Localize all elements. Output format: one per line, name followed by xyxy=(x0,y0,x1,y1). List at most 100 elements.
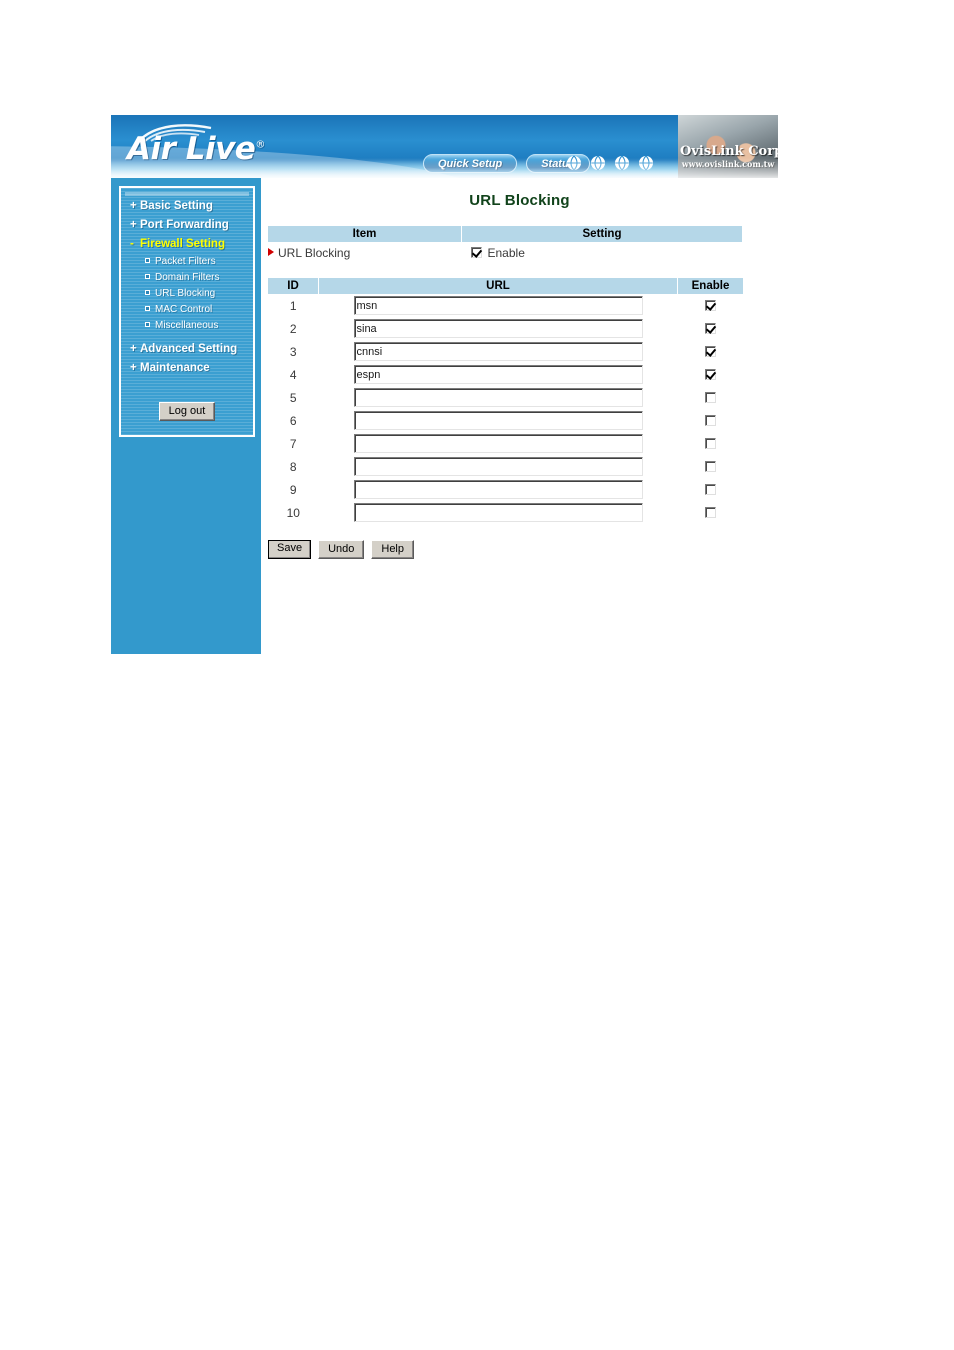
url-blocking-enable-checkbox[interactable] xyxy=(470,247,482,258)
logout-button[interactable]: Log out xyxy=(158,402,216,421)
body-row: + Basic Setting + Port Forwarding - Firewal… xyxy=(111,178,778,654)
sidebar-item-port-forwarding[interactable]: + Port Forwarding xyxy=(121,216,253,235)
help-button[interactable]: Help xyxy=(371,540,414,559)
column-header-enable: Enable xyxy=(677,278,743,294)
url-input[interactable] xyxy=(353,296,643,316)
bullet-square-icon xyxy=(145,322,150,327)
row-enable-cell xyxy=(678,432,744,455)
row-url-cell xyxy=(319,409,678,432)
row-enable-checkbox[interactable] xyxy=(704,437,716,449)
table-row: 9 xyxy=(268,478,743,501)
row-id: 4 xyxy=(289,367,297,382)
row-id: 5 xyxy=(289,390,297,405)
url-input[interactable] xyxy=(353,365,643,385)
item-setting-table: Item Setting URL Blocking Enable xyxy=(268,226,742,264)
sidebar-item-label: Advanced Setting xyxy=(140,343,238,355)
url-input[interactable] xyxy=(353,319,643,339)
row-id: 10 xyxy=(286,505,300,520)
globe-icon xyxy=(639,155,653,171)
row-enable-checkbox[interactable] xyxy=(704,368,716,380)
save-button[interactable]: Save xyxy=(268,540,312,559)
url-blocking-setting-cell: Enable xyxy=(462,242,743,264)
url-input[interactable] xyxy=(353,342,643,362)
sidebar-item-basic-setting[interactable]: + Basic Setting xyxy=(121,197,253,216)
table-row: 3 xyxy=(268,340,743,363)
row-enable-cell xyxy=(678,294,744,317)
sidebar-item-domain-filters[interactable]: Domain Filters xyxy=(121,270,253,286)
row-enable-checkbox[interactable] xyxy=(704,299,716,311)
sidebar-item-label: Maintenance xyxy=(140,362,210,374)
url-input[interactable] xyxy=(353,457,643,477)
bullet-square-icon xyxy=(145,306,150,311)
row-enable-cell xyxy=(678,363,744,386)
sidebar-item-miscellaneous[interactable]: Miscellaneous xyxy=(121,318,253,334)
table-header-row: ID URL Enable xyxy=(268,278,743,294)
content-pane: URL Blocking Item Setting URL Blocking E… xyxy=(261,178,778,654)
table-row: 4 xyxy=(268,363,743,386)
column-header-id: ID xyxy=(268,278,319,294)
expand-toggle-icon: + xyxy=(130,200,137,212)
sidebar-item-label: Packet Filters xyxy=(155,256,216,267)
registered-trademark-icon: ® xyxy=(255,139,265,151)
url-blocking-item-cell: URL Blocking xyxy=(268,242,462,264)
nav-button-quick-setup[interactable]: Quick Setup xyxy=(423,154,518,173)
url-input[interactable] xyxy=(353,388,643,408)
table-header-row: Item Setting xyxy=(268,226,742,242)
logo-text-label: Air Live xyxy=(127,131,256,167)
row-enable-checkbox[interactable] xyxy=(704,460,716,472)
page-title: URL Blocking xyxy=(469,192,570,209)
corp-website: www.ovislink.com.tw xyxy=(681,158,775,169)
row-enable-checkbox[interactable] xyxy=(704,391,716,403)
row-url-cell xyxy=(319,340,678,363)
url-input[interactable] xyxy=(353,503,643,523)
sidebar-item-label: MAC Control xyxy=(155,304,213,315)
sidebar-item-label: Basic Setting xyxy=(140,200,213,212)
sidebar-item-mac-control[interactable]: MAC Control xyxy=(121,302,253,318)
row-enable-checkbox[interactable] xyxy=(704,414,716,426)
sidebar: + Basic Setting + Port Forwarding - Firewal… xyxy=(111,178,261,654)
undo-button[interactable]: Undo xyxy=(318,540,365,559)
row-url-cell xyxy=(319,294,678,317)
table-row: 6 xyxy=(268,409,743,432)
corp-name: OvisLink Corp. xyxy=(680,144,778,159)
row-id: 2 xyxy=(289,321,297,336)
sidebar-item-packet-filters[interactable]: Packet Filters xyxy=(121,254,253,270)
row-enable-checkbox[interactable] xyxy=(704,322,716,334)
url-input[interactable] xyxy=(353,411,643,431)
row-enable-checkbox[interactable] xyxy=(704,345,716,357)
row-enable-cell xyxy=(678,386,744,409)
sidebar-item-url-blocking[interactable]: URL Blocking xyxy=(121,286,253,302)
row-url-cell xyxy=(319,363,678,386)
header-nav: Quick Setup Status xyxy=(423,154,590,173)
row-id: 3 xyxy=(289,344,297,359)
sidebar-menu-list: + Basic Setting + Port Forwarding - Firewal… xyxy=(121,188,253,378)
sidebar-item-label: Miscellaneous xyxy=(155,320,219,331)
row-id: 9 xyxy=(289,482,297,497)
logo-wordmark: Air Live® xyxy=(127,134,265,165)
url-input[interactable] xyxy=(353,480,643,500)
row-enable-checkbox[interactable] xyxy=(704,506,716,518)
table-row: 5 xyxy=(268,386,743,409)
sidebar-item-advanced-setting[interactable]: + Advanced Setting xyxy=(121,340,253,359)
row-url-cell xyxy=(319,501,678,524)
airlive-logo: Air Live® xyxy=(125,121,335,173)
sidebar-item-maintenance[interactable]: + Maintenance xyxy=(121,359,253,378)
url-blocking-enable-label: Enable xyxy=(487,246,525,260)
row-enable-cell xyxy=(678,340,744,363)
globe-icon-group xyxy=(566,155,654,171)
table-row: 10 xyxy=(268,501,743,524)
bullet-square-icon xyxy=(145,258,150,263)
router-admin-frame: Air Live® Quick Setup Status OvisLink Co… xyxy=(111,115,778,654)
row-url-cell xyxy=(319,478,678,501)
row-enable-checkbox[interactable] xyxy=(704,483,716,495)
action-button-row: Save Undo Help xyxy=(268,540,778,559)
sidebar-item-label: Port Forwarding xyxy=(140,219,229,231)
url-input[interactable] xyxy=(353,434,643,454)
collapse-toggle-icon: - xyxy=(130,238,134,250)
row-id: 8 xyxy=(289,459,297,474)
sidebar-item-label: Firewall Setting xyxy=(140,238,225,250)
row-enable-cell xyxy=(678,478,744,501)
arrow-right-icon xyxy=(268,248,274,256)
sidebar-item-firewall-setting[interactable]: - Firewall Setting xyxy=(121,235,253,254)
row-url-cell xyxy=(319,317,678,340)
